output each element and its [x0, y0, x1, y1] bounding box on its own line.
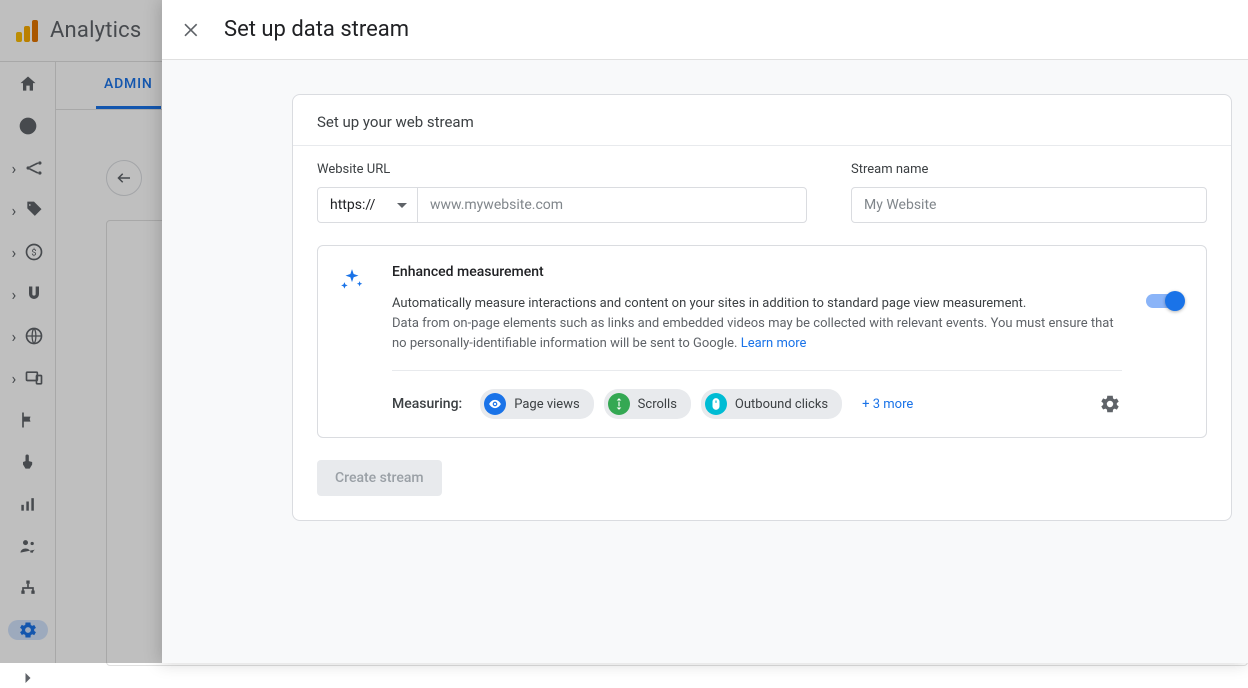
enhanced-measurement-box: Enhanced measurement Automatically measu… [317, 245, 1207, 438]
card-header: Set up your web stream [293, 95, 1231, 146]
stream-name-input[interactable] [851, 187, 1207, 223]
tag-icon[interactable] [24, 200, 44, 220]
enhanced-desc: Automatically measure interactions and c… [392, 294, 1122, 314]
stream-name-label: Stream name [851, 162, 1207, 177]
svg-text:$: $ [31, 247, 36, 258]
home-icon[interactable] [18, 74, 38, 94]
measuring-row: Measuring: Page views Scrolls [392, 389, 1122, 419]
data-stream-overlay: Set up data stream Set up your web strea… [162, 0, 1248, 663]
sparkle-icon [336, 264, 368, 296]
clock-icon[interactable] [18, 116, 38, 136]
chip-scrolls: Scrolls [604, 389, 691, 419]
chevron-right-icon[interactable]: › [12, 327, 20, 346]
chart-icon[interactable] [18, 494, 38, 514]
devices-icon[interactable] [24, 368, 44, 388]
flag-icon[interactable] [18, 410, 38, 430]
create-stream-button[interactable]: Create stream [317, 460, 442, 496]
globe-icon[interactable] [24, 326, 44, 346]
enhanced-subtext: Data from on-page elements such as links… [392, 314, 1122, 354]
touch-icon[interactable] [18, 452, 38, 472]
eye-icon [484, 393, 506, 415]
learn-more-link[interactable]: Learn more [741, 336, 807, 351]
divider [392, 370, 1122, 371]
chevron-right-icon[interactable]: › [12, 369, 20, 388]
enhanced-title: Enhanced measurement [392, 264, 1122, 280]
mouse-icon [705, 393, 727, 415]
magnet-icon[interactable] [24, 284, 44, 304]
network-icon[interactable] [24, 158, 44, 178]
chevron-right-icon[interactable]: › [12, 201, 20, 220]
more-chips-link[interactable]: + 3 more [862, 397, 913, 412]
app-name: Analytics [50, 18, 141, 43]
protocol-value: https:// [330, 197, 375, 213]
chip-outbound: Outbound clicks [701, 389, 842, 419]
dollar-icon[interactable]: $ [24, 242, 44, 262]
website-url-label: Website URL [317, 162, 807, 177]
website-url-input[interactable] [418, 188, 806, 222]
chevron-right-icon[interactable]: › [12, 285, 20, 304]
close-icon[interactable] [180, 18, 204, 42]
left-nav-rail: › › › $ › › › [0, 62, 56, 663]
chevron-down-icon [397, 203, 407, 208]
measuring-label: Measuring: [392, 396, 462, 412]
toggle-knob [1165, 291, 1185, 311]
scroll-icon [608, 393, 630, 415]
overlay-header: Set up data stream [162, 0, 1248, 60]
stream-setup-card: Set up your web stream Website URL https… [292, 94, 1232, 521]
tab-admin[interactable]: ADMIN [96, 62, 161, 109]
analytics-logo-icon [16, 20, 38, 42]
people-icon[interactable] [18, 536, 38, 556]
chevron-right-icon[interactable]: › [12, 243, 20, 262]
measurement-settings-gear-icon[interactable] [1098, 392, 1122, 416]
hierarchy-icon[interactable] [18, 578, 38, 598]
chip-page-views: Page views [480, 389, 593, 419]
protocol-select[interactable]: https:// [318, 188, 418, 222]
back-button[interactable] [106, 160, 142, 196]
admin-gear-active[interactable] [8, 620, 48, 640]
website-url-group: https:// [317, 187, 807, 223]
overlay-title: Set up data stream [224, 17, 409, 42]
chevron-right-icon[interactable]: › [12, 159, 20, 178]
chevron-right-collapse-icon[interactable] [18, 668, 38, 688]
enhanced-toggle[interactable] [1146, 294, 1182, 308]
